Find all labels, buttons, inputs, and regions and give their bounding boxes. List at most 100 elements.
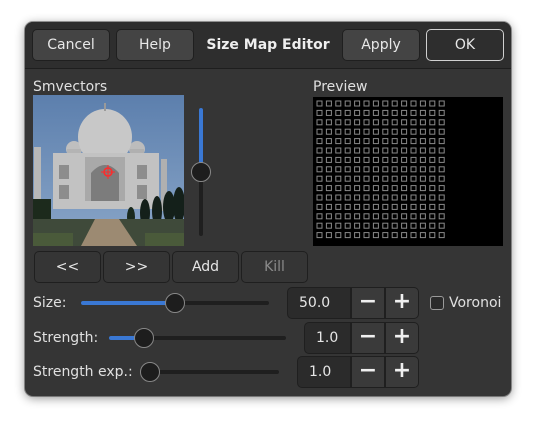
preview-cell bbox=[401, 222, 408, 229]
preview-cell bbox=[382, 128, 389, 135]
preview-cell bbox=[316, 119, 323, 126]
preview-cell bbox=[344, 138, 351, 145]
preview-cell bbox=[316, 147, 323, 154]
preview-cell bbox=[363, 109, 370, 116]
preview-cell bbox=[372, 100, 379, 107]
preview-cell bbox=[316, 100, 323, 107]
apply-button[interactable]: Apply bbox=[342, 29, 420, 61]
preview-cell bbox=[410, 147, 417, 154]
preview-cell bbox=[354, 147, 361, 154]
source-image[interactable] bbox=[33, 95, 184, 246]
next-vector-button[interactable]: >> bbox=[103, 251, 170, 283]
preview-cell bbox=[401, 185, 408, 192]
preview-cell bbox=[401, 128, 408, 135]
preview-cell bbox=[401, 213, 408, 220]
preview-cell bbox=[429, 213, 436, 220]
size-decrease-button[interactable]: − bbox=[351, 287, 385, 319]
preview-cell bbox=[419, 175, 426, 182]
preview-cell bbox=[344, 222, 351, 229]
preview-cell bbox=[354, 109, 361, 116]
strength-decrease-button[interactable]: − bbox=[351, 322, 385, 354]
size-value-field[interactable]: 50.0 bbox=[287, 287, 351, 319]
preview-cell bbox=[344, 175, 351, 182]
size-slider-knob[interactable] bbox=[165, 293, 185, 313]
preview-cell bbox=[438, 166, 445, 173]
preview-cell bbox=[382, 166, 389, 173]
strength-exp-slider-track[interactable] bbox=[143, 370, 279, 374]
size-increase-button[interactable]: + bbox=[385, 287, 419, 319]
preview-cell bbox=[354, 166, 361, 173]
strength-exp-increase-button[interactable]: + bbox=[385, 356, 419, 388]
preview-cell bbox=[410, 166, 417, 173]
preview-cell bbox=[354, 119, 361, 126]
preview-cell bbox=[363, 156, 370, 163]
preview-cell bbox=[335, 194, 342, 201]
preview-cell bbox=[316, 128, 323, 135]
preview-cell bbox=[363, 128, 370, 135]
preview-cell bbox=[372, 194, 379, 201]
preview-cell bbox=[401, 232, 408, 239]
preview-cell bbox=[429, 119, 436, 126]
strength-value-field[interactable]: 1.0 bbox=[304, 322, 351, 354]
preview-cell bbox=[391, 194, 398, 201]
preview-cell bbox=[382, 175, 389, 182]
preview-cell bbox=[438, 232, 445, 239]
preview-cell bbox=[419, 128, 426, 135]
preview-cell bbox=[335, 175, 342, 182]
preview-cell bbox=[410, 185, 417, 192]
preview-cell bbox=[410, 222, 417, 229]
strength-exp-slider-knob[interactable] bbox=[139, 362, 160, 382]
preview-cell bbox=[419, 222, 426, 229]
add-vector-button[interactable]: Add bbox=[172, 251, 239, 283]
preview-cell bbox=[316, 156, 323, 163]
preview-cell bbox=[344, 203, 351, 210]
preview-cell bbox=[325, 232, 332, 239]
preview-cell bbox=[401, 156, 408, 163]
preview-cell bbox=[391, 100, 398, 107]
ok-button[interactable]: OK bbox=[426, 29, 504, 61]
preview-cell bbox=[382, 222, 389, 229]
previous-vector-button[interactable]: << bbox=[34, 251, 101, 283]
preview-cell bbox=[354, 138, 361, 145]
preview-cell bbox=[354, 185, 361, 192]
preview-cell bbox=[419, 109, 426, 116]
voronoi-checkbox[interactable] bbox=[430, 296, 444, 310]
preview-cell bbox=[354, 175, 361, 182]
strength-exp-decrease-button[interactable]: − bbox=[351, 356, 385, 388]
preview-cell bbox=[372, 213, 379, 220]
dialog-title: Size Map Editor bbox=[206, 37, 330, 53]
preview-cell bbox=[419, 232, 426, 239]
preview-cell bbox=[401, 138, 408, 145]
preview-label: Preview bbox=[313, 79, 368, 95]
taj-mahal-photo-icon bbox=[33, 95, 184, 246]
preview-cell bbox=[429, 100, 436, 107]
preview-cell bbox=[401, 100, 408, 107]
preview-cell bbox=[391, 119, 398, 126]
preview-cell bbox=[344, 100, 351, 107]
preview-cell bbox=[401, 119, 408, 126]
preview-cell bbox=[410, 203, 417, 210]
preview-cell bbox=[344, 166, 351, 173]
strength-increase-button[interactable]: + bbox=[385, 322, 419, 354]
preview-cell bbox=[325, 175, 332, 182]
preview-cell bbox=[391, 156, 398, 163]
vector-slider-knob[interactable] bbox=[191, 162, 211, 182]
preview-cell bbox=[382, 100, 389, 107]
cancel-button[interactable]: Cancel bbox=[32, 29, 110, 61]
preview-cell bbox=[419, 166, 426, 173]
strength-slider-knob[interactable] bbox=[134, 328, 155, 348]
strength-exp-value-field[interactable]: 1.0 bbox=[297, 356, 351, 388]
preview-cell bbox=[325, 100, 332, 107]
preview-cell bbox=[419, 203, 426, 210]
preview-cell bbox=[382, 232, 389, 239]
preview-cell bbox=[344, 128, 351, 135]
preview-cell bbox=[429, 166, 436, 173]
preview-cell bbox=[372, 128, 379, 135]
preview-cell bbox=[410, 232, 417, 239]
help-button[interactable]: Help bbox=[116, 29, 194, 61]
kill-vector-button[interactable]: Kill bbox=[241, 251, 308, 283]
preview-cell bbox=[335, 147, 342, 154]
preview-cell bbox=[316, 138, 323, 145]
preview-cell bbox=[429, 128, 436, 135]
preview-cell bbox=[419, 100, 426, 107]
